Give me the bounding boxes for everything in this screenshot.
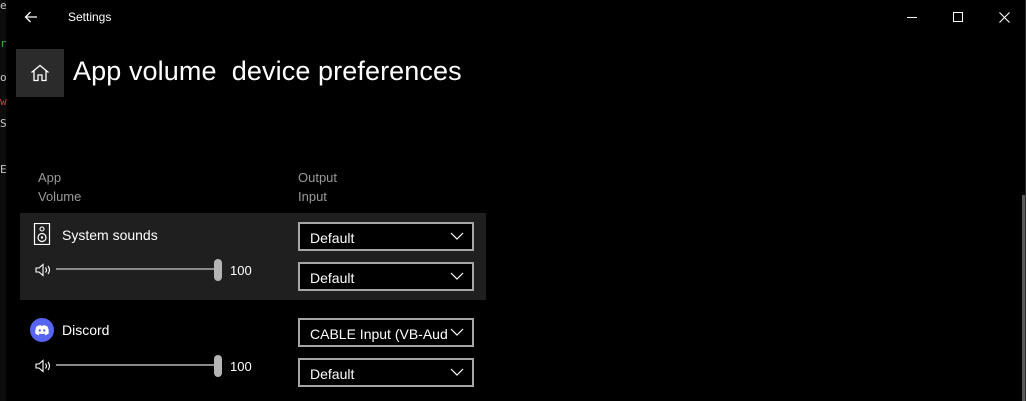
dropdown-value: CABLE Input (VB-Audio	[310, 326, 448, 342]
title-bar: Settings	[0, 0, 1026, 34]
maximize-icon	[953, 12, 963, 22]
discord-output-dropdown[interactable]: CABLE Input (VB-Audio	[298, 318, 474, 347]
volume-column-label: Volume	[38, 189, 82, 204]
app-name-discord: Discord	[62, 322, 110, 338]
edge-char: w	[0, 95, 7, 108]
discord-input-dropdown[interactable]: Default	[298, 358, 474, 387]
edge-char: S	[0, 117, 7, 130]
chevron-down-icon	[450, 328, 464, 336]
discord-volume-value: 100	[230, 359, 252, 374]
speaker-icon	[33, 223, 51, 245]
app-name-system-sounds: System sounds	[62, 227, 158, 243]
dropdown-value: Default	[310, 270, 355, 286]
edge-char: o	[0, 71, 7, 84]
slider-thumb[interactable]	[214, 259, 222, 281]
output-input-column-header: Output Input	[298, 168, 337, 206]
discord-icon	[30, 318, 54, 342]
window-title: Settings	[68, 10, 112, 24]
back-button[interactable]	[16, 4, 46, 30]
dropdown-value: Default	[310, 230, 355, 246]
close-icon	[998, 11, 1010, 23]
dropdown-value: Default	[310, 366, 355, 382]
back-arrow-icon	[24, 11, 37, 23]
system-sounds-volume-value: 100	[230, 263, 252, 278]
output-column-label: Output	[298, 170, 338, 185]
minimize-icon	[907, 17, 917, 18]
chevron-down-icon	[450, 232, 464, 240]
chevron-down-icon	[450, 368, 464, 376]
volume-icon[interactable]	[35, 263, 53, 277]
page-title: App volume device preferences	[73, 56, 462, 86]
slider-track	[56, 364, 220, 366]
app-column-label: App	[38, 170, 62, 185]
system-sounds-input-dropdown[interactable]: Default	[298, 262, 474, 291]
home-icon	[31, 64, 49, 82]
app-volume-column-header: App Volume	[38, 168, 81, 206]
input-column-label: Input	[298, 189, 327, 204]
system-sounds-output-dropdown[interactable]: Default	[298, 222, 474, 251]
volume-icon[interactable]	[35, 359, 53, 373]
maximize-button[interactable]	[935, 0, 981, 34]
slider-track	[56, 268, 220, 270]
slider-thumb[interactable]	[214, 355, 222, 377]
edge-char: E	[0, 163, 7, 176]
edge-char: r	[0, 37, 7, 50]
home-button[interactable]	[16, 49, 64, 97]
background-window-edge	[0, 0, 6, 401]
chevron-down-icon	[450, 272, 464, 280]
system-sounds-volume-slider[interactable]	[56, 259, 224, 281]
discord-volume-slider[interactable]	[56, 355, 224, 377]
scrollbar[interactable]	[1022, 195, 1025, 401]
minimize-button[interactable]	[889, 0, 935, 34]
close-button[interactable]	[981, 0, 1026, 34]
